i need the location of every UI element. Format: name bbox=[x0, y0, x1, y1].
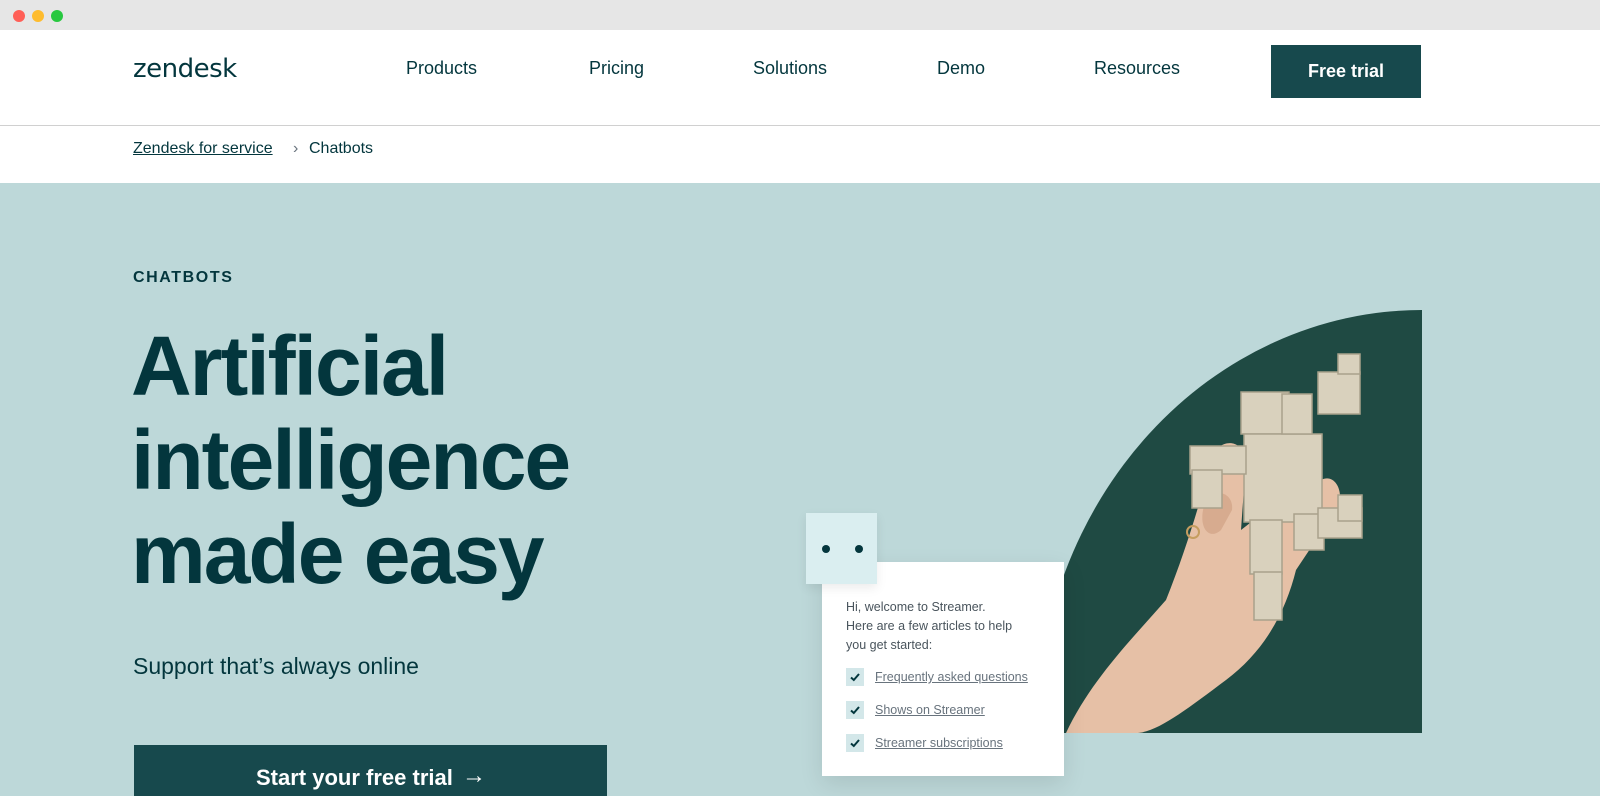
chat-greeting: Hi, welcome to Streamer. Here are a few … bbox=[846, 598, 1046, 655]
checkmark-icon bbox=[846, 668, 864, 686]
hero-headline: Artificial intelligence made easy bbox=[131, 319, 691, 601]
breadcrumb-separator-icon: › bbox=[293, 140, 299, 157]
site-header: zendesk Products Pricing Solutions Demo … bbox=[0, 30, 1600, 126]
browser-chrome bbox=[0, 0, 1600, 30]
nav-pricing[interactable]: Pricing bbox=[589, 58, 644, 79]
nav-solutions[interactable]: Solutions bbox=[753, 58, 827, 79]
free-trial-button[interactable]: Free trial bbox=[1271, 45, 1421, 98]
start-free-trial-button[interactable]: Start your free trial → bbox=[134, 745, 607, 796]
breadcrumb-link-zendesk-for-service[interactable]: Zendesk for service bbox=[133, 140, 273, 158]
headline-line-1: Artificial bbox=[131, 319, 449, 413]
checkmark-icon bbox=[846, 701, 864, 719]
chat-greeting-line-1: Hi, welcome to Streamer. bbox=[846, 600, 986, 614]
breadcrumb-current: Chatbots bbox=[309, 140, 374, 157]
hero-section: CHATBOTS Artificial intelligence made ea… bbox=[0, 183, 1600, 796]
chat-link-faq[interactable]: Frequently asked questions bbox=[875, 668, 1028, 686]
chat-link-shows[interactable]: Shows on Streamer bbox=[875, 701, 985, 719]
chat-greeting-line-2: Here are a few articles to help bbox=[846, 619, 1013, 633]
headline-line-2: intelligence bbox=[131, 413, 571, 507]
maximize-window-icon[interactable] bbox=[51, 10, 63, 22]
chat-widget: Hi, welcome to Streamer. Here are a few … bbox=[822, 562, 1064, 776]
chat-link-subscriptions[interactable]: Streamer subscriptions bbox=[875, 734, 1003, 752]
hero-subhead: Support that’s always online bbox=[133, 653, 419, 679]
headline-line-3: made easy bbox=[131, 507, 545, 601]
zendesk-logo[interactable]: zendesk bbox=[133, 54, 237, 84]
checkmark-icon bbox=[846, 734, 864, 752]
minimize-window-icon[interactable] bbox=[32, 10, 44, 22]
breadcrumb: Zendesk for service › Chatbots bbox=[0, 126, 1600, 183]
chatbot-eye-right-icon bbox=[855, 545, 863, 553]
chat-greeting-line-3: you get started: bbox=[846, 638, 933, 652]
hand-holding-wooden-robot-illustration bbox=[1066, 353, 1363, 733]
nav-resources[interactable]: Resources bbox=[1094, 58, 1180, 79]
nav-demo[interactable]: Demo bbox=[937, 58, 985, 79]
robot-toy-photo bbox=[1036, 310, 1422, 733]
chatbot-eye-left-icon bbox=[822, 545, 830, 553]
start-free-trial-label: Start your free trial bbox=[256, 765, 453, 790]
arrow-right-icon: → bbox=[462, 762, 486, 789]
close-window-icon[interactable] bbox=[13, 10, 25, 22]
chatbot-face-icon bbox=[806, 513, 877, 584]
hero-eyebrow: CHATBOTS bbox=[133, 269, 234, 286]
nav-products[interactable]: Products bbox=[406, 58, 477, 79]
